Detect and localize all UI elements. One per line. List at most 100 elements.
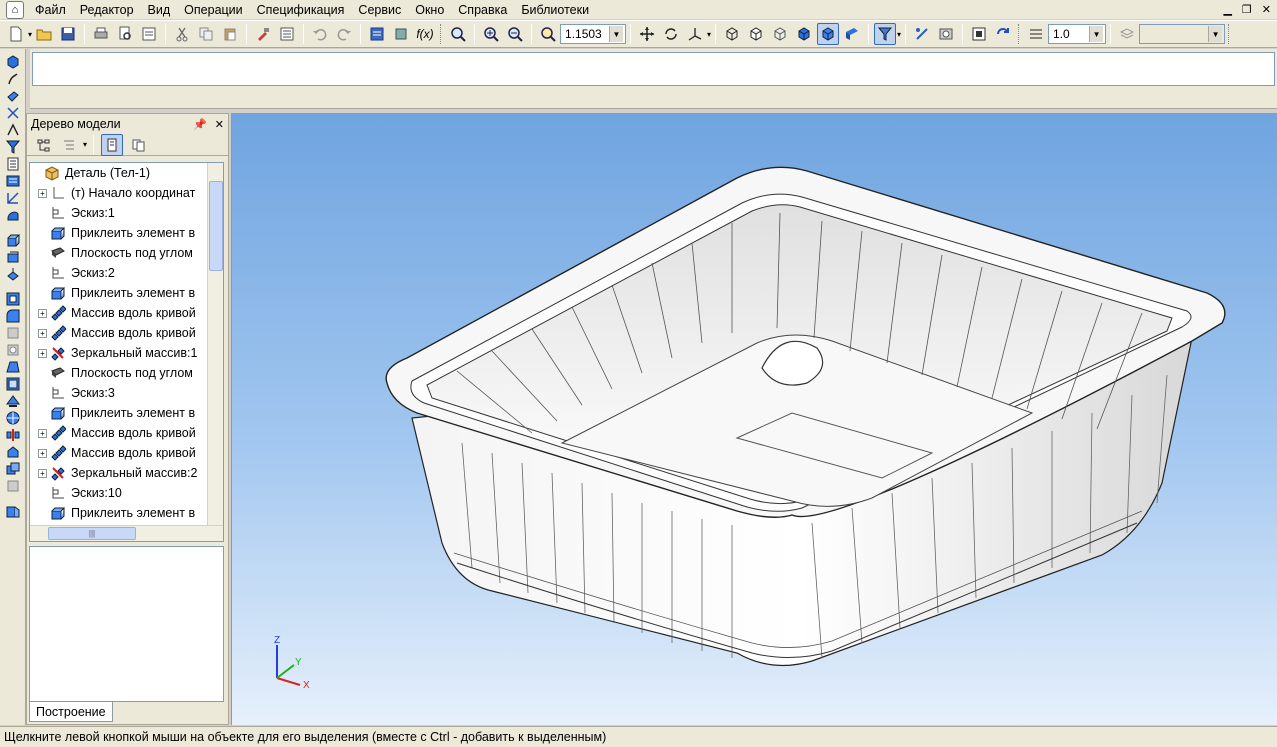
chevron-down-icon[interactable]: ▼ bbox=[1089, 26, 1104, 42]
mirror-tool-icon[interactable] bbox=[3, 426, 23, 443]
tree-item[interactable]: + Зеркальный массив:1 bbox=[30, 343, 223, 363]
close-icon[interactable]: ✕ bbox=[215, 118, 224, 131]
tree-item[interactable]: Эскиз:2 bbox=[30, 263, 223, 283]
sheet-metal-tool-icon[interactable] bbox=[3, 502, 23, 519]
tree-item[interactable]: Плоскость под углом bbox=[30, 363, 223, 383]
rotate-tool-icon[interactable] bbox=[3, 248, 23, 265]
filter-icon[interactable] bbox=[874, 23, 897, 45]
zoom-out-icon[interactable] bbox=[504, 23, 526, 45]
rib-tool-icon[interactable] bbox=[3, 392, 23, 409]
tree-item[interactable]: + Массив вдоль кривой bbox=[30, 323, 223, 343]
zoom-scale-icon[interactable] bbox=[537, 23, 559, 45]
wireframe-icon[interactable] bbox=[721, 23, 743, 45]
shell-tool-icon[interactable] bbox=[3, 375, 23, 392]
save-button[interactable] bbox=[57, 23, 79, 45]
show-details-icon[interactable] bbox=[101, 133, 124, 156]
show-relations-icon[interactable] bbox=[127, 134, 149, 156]
kinematic-tool-icon[interactable] bbox=[3, 265, 23, 282]
zoom-in-icon[interactable] bbox=[480, 23, 502, 45]
filter-chevron-icon[interactable]: ▾ bbox=[897, 30, 901, 39]
menu-item[interactable]: Окно bbox=[408, 1, 451, 19]
extrude-tool-icon[interactable] bbox=[3, 231, 23, 248]
chevron-down-icon[interactable]: ▼ bbox=[1208, 26, 1223, 42]
print-preview-button[interactable] bbox=[114, 23, 136, 45]
tree-item[interactable]: Эскиз:3 bbox=[30, 383, 223, 403]
line-scale-icon[interactable] bbox=[1025, 23, 1047, 45]
scrollbar-thumb[interactable] bbox=[209, 181, 223, 271]
copy-icon[interactable] bbox=[195, 23, 217, 45]
aux-geometry-panel-icon[interactable] bbox=[3, 121, 23, 138]
reports-panel-icon[interactable] bbox=[3, 172, 23, 189]
surfaces-panel-icon[interactable] bbox=[3, 87, 23, 104]
expand-icon[interactable]: + bbox=[38, 328, 47, 338]
restore-icon[interactable]: ❐ bbox=[1242, 3, 1252, 16]
print-button[interactable] bbox=[90, 23, 112, 45]
app-logo-icon[interactable]: ⌂ bbox=[6, 0, 24, 19]
expand-icon[interactable]: + bbox=[38, 428, 47, 438]
tree-item[interactable]: Приклеить элемент в bbox=[30, 503, 223, 523]
new-dropdown-chevron-icon[interactable]: ▾ bbox=[28, 30, 32, 39]
tree-item[interactable]: Приклеить элемент в bbox=[30, 403, 223, 423]
variables-icon[interactable] bbox=[390, 23, 412, 45]
pin-icon[interactable]: 📌 bbox=[193, 118, 207, 131]
menu-item[interactable]: Спецификация bbox=[250, 1, 352, 19]
orientation-chevron-icon[interactable]: ▾ bbox=[707, 30, 711, 39]
tree-root[interactable]: Деталь (Тел-1) bbox=[30, 163, 223, 183]
undo-icon[interactable] bbox=[309, 23, 331, 45]
layer-combo[interactable]: ▼ bbox=[1139, 24, 1226, 44]
pan-icon[interactable] bbox=[636, 23, 658, 45]
sphere-tool-icon[interactable] bbox=[3, 409, 23, 426]
thicken-tool-icon[interactable] bbox=[3, 477, 23, 494]
menu-item[interactable]: Редактор bbox=[73, 1, 141, 19]
menu-item[interactable]: Сервис bbox=[351, 1, 408, 19]
spec-panel-icon[interactable] bbox=[3, 155, 23, 172]
sheet-panel-icon[interactable] bbox=[3, 206, 23, 223]
function-icon[interactable]: f(x) bbox=[414, 23, 436, 45]
rebuild-icon[interactable] bbox=[992, 23, 1014, 45]
expand-icon[interactable]: + bbox=[38, 468, 47, 478]
tree-item[interactable]: + Массив вдоль кривой bbox=[30, 423, 223, 443]
measure-icon[interactable] bbox=[911, 23, 933, 45]
arrays-panel-icon[interactable] bbox=[3, 104, 23, 121]
tree-item[interactable]: Приклеить элемент в bbox=[30, 223, 223, 243]
layers-icon[interactable] bbox=[1116, 23, 1138, 45]
zoom-window-icon[interactable] bbox=[447, 23, 469, 45]
shaded-icon[interactable] bbox=[817, 23, 840, 45]
chevron-down-icon[interactable]: ▼ bbox=[609, 26, 624, 42]
fillet-tool-icon[interactable] bbox=[3, 307, 23, 324]
tree-horizontal-scrollbar[interactable]: ||| bbox=[30, 525, 223, 541]
orientation-icon[interactable] bbox=[684, 23, 706, 45]
menu-item[interactable]: Справка bbox=[451, 1, 514, 19]
menu-item[interactable]: Операции bbox=[177, 1, 249, 19]
model-viewport[interactable]: Z Y X bbox=[231, 113, 1277, 725]
paste-icon[interactable] bbox=[219, 23, 241, 45]
hidden-lines-icon[interactable] bbox=[745, 23, 767, 45]
tree-item[interactable]: Эскиз:1 bbox=[30, 203, 223, 223]
menu-item[interactable]: Вид bbox=[141, 1, 178, 19]
tree-view-mode-icon[interactable] bbox=[58, 134, 80, 156]
menu-item[interactable]: Библиотеки bbox=[514, 1, 596, 19]
new-document-button[interactable] bbox=[5, 23, 27, 45]
tree-item[interactable]: + (т) Начало координат bbox=[30, 183, 223, 203]
page-setup-button[interactable] bbox=[138, 23, 160, 45]
editing-panel-icon[interactable] bbox=[3, 53, 23, 70]
rotate-icon[interactable] bbox=[660, 23, 682, 45]
no-hidden-lines-icon[interactable] bbox=[793, 23, 815, 45]
expand-icon[interactable]: + bbox=[38, 188, 47, 198]
section-icon[interactable] bbox=[968, 23, 990, 45]
tree-item[interactable]: + Массив вдоль кривой bbox=[30, 443, 223, 463]
expand-icon[interactable]: + bbox=[38, 448, 47, 458]
thin-hidden-lines-icon[interactable] bbox=[769, 23, 791, 45]
cut-extrude-tool-icon[interactable] bbox=[3, 290, 23, 307]
tree-structure-icon[interactable] bbox=[32, 134, 54, 156]
format-brush-icon[interactable] bbox=[252, 23, 274, 45]
tree-item[interactable]: Эскиз:10 bbox=[30, 483, 223, 503]
tree-item[interactable]: + Зеркальный массив:2 bbox=[30, 463, 223, 483]
minimize-icon[interactable]: ▁ bbox=[1223, 3, 1231, 16]
redo-icon[interactable] bbox=[333, 23, 355, 45]
boolean-tool-icon[interactable] bbox=[3, 460, 23, 477]
view-mode-chevron-icon[interactable]: ▾ bbox=[83, 140, 87, 149]
menu-item[interactable]: Файл bbox=[28, 1, 73, 19]
tree-item[interactable]: Плоскость под углом bbox=[30, 243, 223, 263]
open-button[interactable] bbox=[33, 23, 55, 45]
